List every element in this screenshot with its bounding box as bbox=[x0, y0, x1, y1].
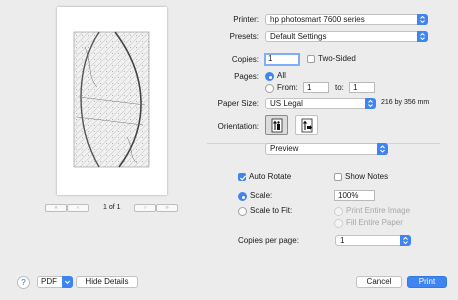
chevron-updown-icon bbox=[417, 14, 428, 25]
orientation-label: Orientation: bbox=[217, 122, 259, 131]
chevron-down-icon bbox=[62, 276, 73, 288]
chevron-updown-icon bbox=[365, 98, 376, 109]
scale-input[interactable]: 100% bbox=[334, 190, 375, 201]
copies-per-page-select[interactable]: 1 bbox=[335, 235, 411, 246]
presets-label: Presets: bbox=[229, 32, 259, 41]
scale-label: Scale: bbox=[250, 191, 273, 200]
pages-from-input[interactable]: 1 bbox=[303, 82, 329, 93]
show-notes-label: Show Notes bbox=[345, 172, 389, 181]
fill-entire-paper-label: Fill Entire Paper bbox=[346, 218, 403, 227]
auto-rotate-checkbox[interactable] bbox=[238, 173, 247, 181]
page-preview bbox=[57, 7, 167, 195]
scale-radio[interactable] bbox=[238, 192, 247, 201]
section-menu-select[interactable]: Preview bbox=[265, 143, 388, 155]
help-button[interactable]: ? bbox=[17, 276, 30, 289]
show-notes-checkbox[interactable] bbox=[334, 173, 342, 181]
pdf-label: PDF bbox=[41, 277, 57, 286]
next-page-button[interactable]: › bbox=[134, 204, 156, 212]
paper-size-value: US Legal bbox=[270, 99, 303, 108]
pages-to-label: to: bbox=[335, 83, 344, 92]
pages-all-label: All bbox=[277, 71, 286, 80]
print-button[interactable]: Print bbox=[407, 276, 447, 288]
copies-per-page-value: 1 bbox=[340, 236, 345, 245]
pages-label: Pages: bbox=[234, 72, 259, 81]
last-page-button[interactable]: » bbox=[156, 204, 178, 212]
printer-label: Printer: bbox=[233, 15, 259, 24]
paper-size-label: Paper Size: bbox=[217, 99, 259, 108]
portrait-orientation-button[interactable] bbox=[265, 115, 288, 135]
paper-size-select[interactable]: US Legal bbox=[265, 98, 376, 109]
pages-to-input[interactable]: 1 bbox=[349, 82, 375, 93]
scale-to-fit-radio[interactable] bbox=[238, 207, 247, 216]
scale-to-fit-label: Scale to Fit: bbox=[250, 206, 293, 215]
landscape-orientation-button[interactable] bbox=[295, 115, 318, 135]
chevron-updown-icon bbox=[417, 31, 428, 42]
two-sided-checkbox[interactable] bbox=[307, 55, 315, 63]
cancel-button[interactable]: Cancel bbox=[356, 276, 402, 288]
auto-rotate-label: Auto Rotate bbox=[249, 172, 292, 181]
portrait-orientation-icon bbox=[271, 118, 283, 133]
chevron-updown-icon bbox=[400, 235, 411, 246]
pdf-menu-button[interactable]: PDF bbox=[37, 276, 73, 288]
print-entire-image-label: Print Entire Image bbox=[346, 206, 411, 215]
previous-page-button[interactable]: ‹ bbox=[67, 204, 89, 212]
printer-select[interactable]: hp photosmart 7600 series bbox=[265, 14, 428, 25]
printer-value: hp photosmart 7600 series bbox=[270, 15, 365, 24]
help-icon: ? bbox=[21, 278, 26, 287]
checkmark-icon bbox=[239, 175, 247, 181]
print-entire-image-radio[interactable] bbox=[334, 207, 343, 216]
two-sided-label: Two-Sided bbox=[318, 54, 356, 63]
copies-input[interactable]: 1 bbox=[264, 53, 300, 66]
preview-image bbox=[73, 31, 150, 168]
pages-from-label: From: bbox=[277, 83, 298, 92]
copies-label: Copies: bbox=[231, 55, 259, 64]
paper-dimensions: 216 by 356 mm bbox=[381, 99, 430, 106]
page-indicator: 1 of 1 bbox=[103, 204, 121, 211]
chevron-updown-icon bbox=[377, 143, 388, 155]
first-page-button[interactable]: « bbox=[45, 204, 67, 212]
fill-entire-paper-radio[interactable] bbox=[334, 219, 343, 228]
presets-select[interactable]: Default Settings bbox=[265, 31, 428, 42]
copies-per-page-label: Copies per page: bbox=[238, 236, 299, 245]
section-menu-value: Preview bbox=[270, 144, 299, 153]
presets-value: Default Settings bbox=[270, 32, 327, 41]
hide-details-button[interactable]: Hide Details bbox=[76, 276, 138, 288]
landscape-orientation-icon bbox=[301, 118, 313, 133]
pages-all-radio[interactable] bbox=[265, 72, 274, 81]
pages-from-radio[interactable] bbox=[265, 84, 274, 93]
